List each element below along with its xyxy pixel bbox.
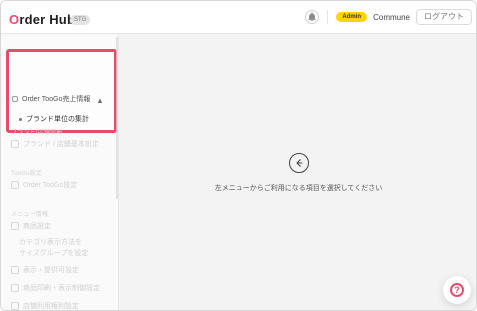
empty-state: 左メニューからご利用になる項目を選択してください xyxy=(119,153,476,193)
sidebar-item[interactable]: 商品印刷・表示制御設定 xyxy=(11,283,100,293)
sidebar-section-label: メニュー情報 xyxy=(11,212,49,218)
chevron-up-icon[interactable]: ▲ xyxy=(95,95,105,105)
bell-icon[interactable] xyxy=(305,10,320,24)
sidebar-subitem-label: サイズグループを設定 xyxy=(19,250,89,257)
sidebar-item-label: ブランド / 店舗基本設定 xyxy=(23,141,99,148)
sidebar-menu-group[interactable]: Order TooGo売上情報 xyxy=(12,94,90,104)
sidebar-scrollbar[interactable] xyxy=(116,37,118,199)
sidebar-item[interactable]: ブランド / 店舗基本設定 xyxy=(11,139,99,149)
bullet-icon xyxy=(19,117,22,121)
organization-name: Commune xyxy=(373,12,410,22)
top-right-controls: Admin Commune ログアウト xyxy=(305,9,472,25)
admin-badge: Admin xyxy=(336,12,368,22)
doc-icon xyxy=(11,284,19,292)
sidebar-item-label: 店舗利用権利設定 xyxy=(23,303,79,310)
brand-o: O xyxy=(9,12,20,27)
environment-badge: STG xyxy=(70,15,91,25)
sidebar-subitem[interactable]: カテゴリ表示方法を xyxy=(19,237,82,247)
sidebar-item-label: 商品設定 xyxy=(23,223,51,230)
sidebar-item[interactable]: Order TooGo設定 xyxy=(11,180,77,190)
help-button[interactable]: ? xyxy=(443,276,471,304)
main-content: 左メニューからご利用になる項目を選択してください ? xyxy=(119,35,476,310)
sidebar-subitem-label: カテゴリ表示方法を xyxy=(19,239,82,246)
location-icon xyxy=(11,140,19,148)
sidebar: Order TooGo売上情報 ▲ ブランド単位の集計 ブランド/店舗情報 ブラ… xyxy=(1,35,119,310)
app-window: Order Hub STG Admin Commune ログアウト Order … xyxy=(0,0,477,311)
sidebar-section-label: TooGo設定 xyxy=(11,171,43,177)
sidebar-item[interactable]: 店舗利用権利設定 xyxy=(11,301,79,310)
grid-icon xyxy=(11,222,19,230)
arrow-left-icon xyxy=(288,153,309,173)
sidebar-menu-subitem[interactable]: ブランド単位の集計 xyxy=(19,114,89,124)
divider xyxy=(327,10,329,24)
chart-icon xyxy=(12,96,18,102)
logout-button[interactable]: ログアウト xyxy=(416,9,472,25)
sidebar-menu-group-label: Order TooGo売上情報 xyxy=(22,96,91,103)
sidebar-menu-subitem-label: ブランド単位の集計 xyxy=(26,116,89,123)
sidebar-section-label: ブランド/店舗情報 xyxy=(11,130,63,136)
gear-icon xyxy=(11,302,19,310)
top-bar: Order Hub STG Admin Commune ログアウト xyxy=(1,1,476,34)
sidebar-item-label: 表示・提供可設定 xyxy=(23,267,79,274)
sidebar-item[interactable]: 商品設定 xyxy=(11,221,51,231)
empty-state-hint: 左メニューからご利用になる項目を選択してください xyxy=(214,185,383,192)
sidebar-subitem[interactable]: サイズグループを設定 xyxy=(19,248,88,258)
sidebar-item-label: Order TooGo設定 xyxy=(23,182,78,189)
sidebar-item-label: 商品印刷・表示制御設定 xyxy=(23,285,100,292)
help-icon: ? xyxy=(450,283,464,297)
brand-rest: rder Hub xyxy=(19,12,76,27)
list-icon xyxy=(11,266,19,274)
sidebar-item[interactable]: 表示・提供可設定 xyxy=(11,265,79,275)
brand-logo[interactable]: Order Hub xyxy=(9,12,75,27)
calendar-icon xyxy=(11,181,19,189)
